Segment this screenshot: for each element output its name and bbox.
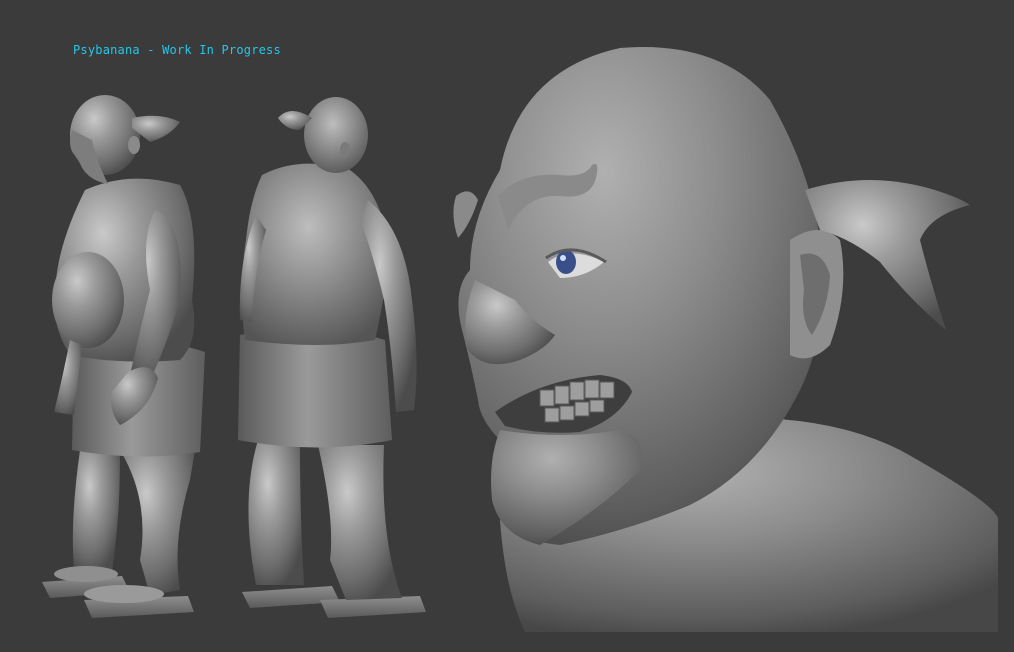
head-closeup [453,47,998,632]
figure-side-view [42,95,205,618]
sculpt-render [42,47,998,632]
sculpt-viewport: Psybanana - Work In Progress [0,0,1014,652]
figure-back-view [238,97,426,618]
